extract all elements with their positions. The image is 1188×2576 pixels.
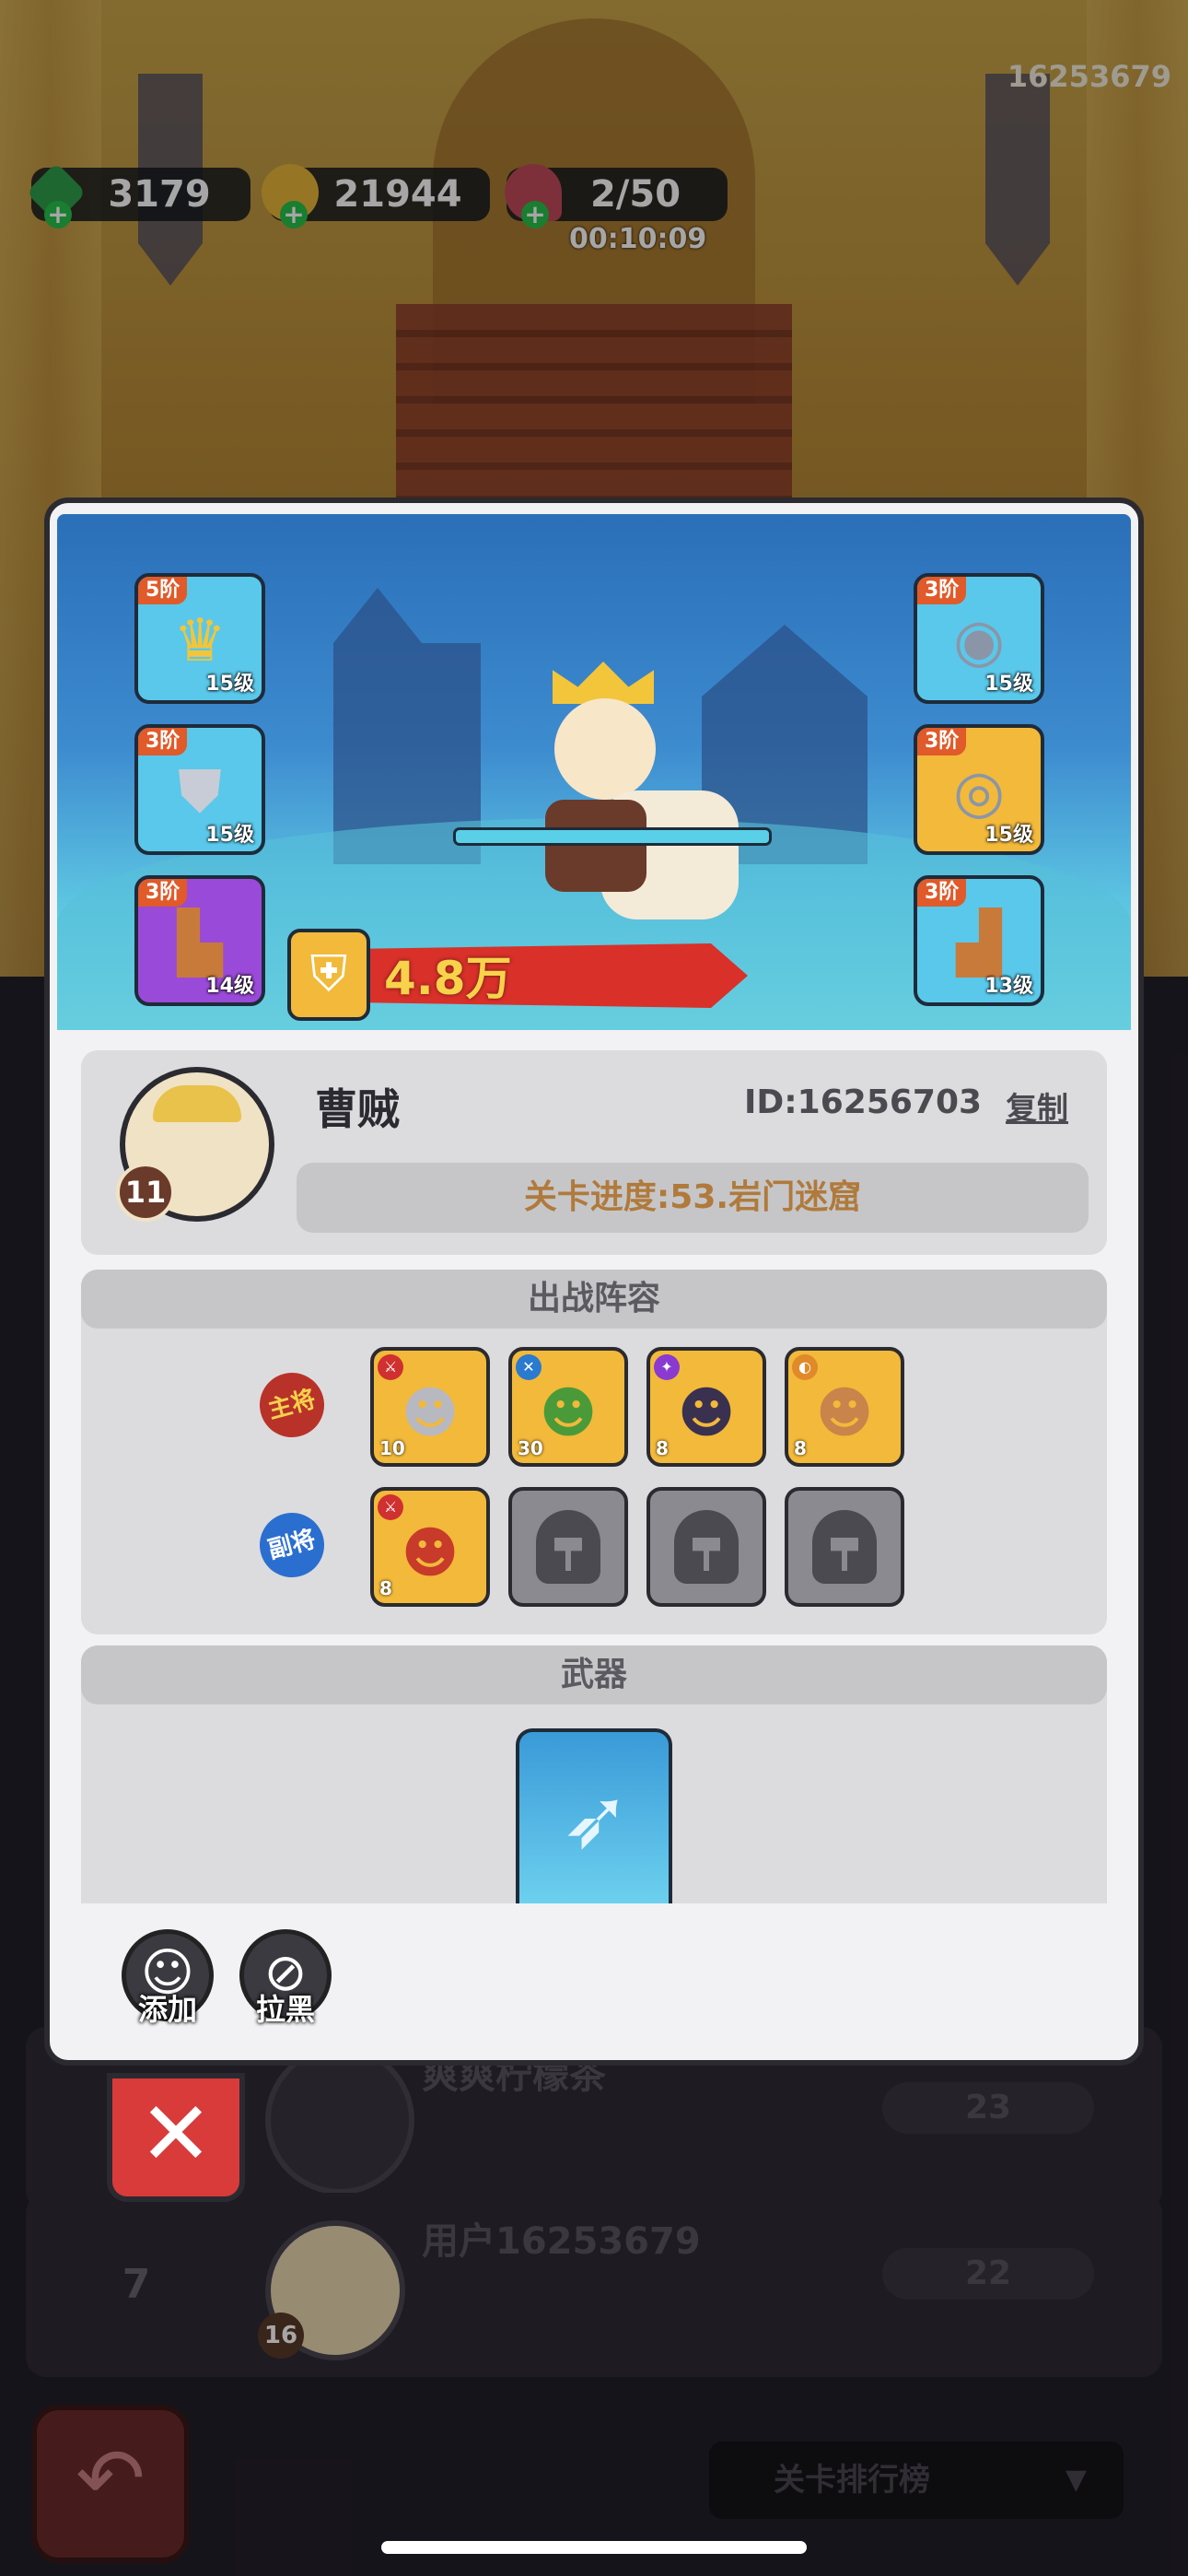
class-icon: ◐ [792, 1354, 818, 1380]
hero-level: 30 [518, 1437, 543, 1459]
bow-icon: ➶ [561, 1771, 631, 1868]
empty-hero-slot[interactable] [508, 1487, 628, 1607]
add-friend-label: 添加 [137, 1992, 197, 2027]
equipment-slot-pants[interactable]: 3阶 ▙ 14级 [134, 875, 265, 1006]
block-label: 拉黑 [255, 1992, 315, 2027]
hero-level: 8 [379, 1577, 392, 1599]
helmet-icon [674, 1510, 739, 1584]
equipment-level: 15级 [984, 824, 1033, 847]
equipment-level: 15级 [205, 824, 254, 847]
class-icon: ✦ [654, 1354, 680, 1380]
hero-level: 8 [794, 1437, 807, 1459]
hat-icon [153, 1085, 241, 1122]
girl-hero-portrait: ☻ [815, 1381, 874, 1446]
hero-card[interactable]: ⚔ ☻ 10 [370, 1347, 490, 1467]
helmet-icon [536, 1510, 600, 1584]
equipment-slot-ring-1[interactable]: 3阶 ◉ 15级 [914, 573, 1044, 704]
hooded-hero-portrait: ☻ [401, 1521, 460, 1587]
armor-icon: ⛊ [178, 757, 222, 826]
shield-icon: ⛨ [287, 929, 370, 1021]
stage-progress: 关卡进度:53.岩门迷窟 [297, 1163, 1089, 1233]
ring-icon: ◉ [953, 606, 1005, 675]
player-id: ID:16256703 [744, 1083, 983, 1121]
class-icon: ⚔ [378, 1494, 403, 1520]
tier-badge: 5阶 [138, 577, 188, 604]
weapon-slot[interactable]: ➶ [516, 1728, 672, 1903]
class-icon: ⚔ [378, 1354, 403, 1380]
equipment-level: 15级 [205, 673, 254, 696]
empty-hero-slot[interactable] [646, 1487, 766, 1607]
weapon-title: 武器 [81, 1645, 1107, 1704]
equipment-level: 15级 [984, 673, 1033, 696]
hero-level: 10 [379, 1437, 405, 1459]
helmet-icon [812, 1510, 877, 1584]
cat-hero-portrait: ☻ [677, 1381, 736, 1446]
wolf-hero-portrait: ☻ [401, 1381, 460, 1446]
crown-icon: ♛ [173, 606, 227, 675]
equipment-slot-boots[interactable]: 3阶 ▟ 13级 [914, 875, 1044, 1006]
lineup-title: 出战阵容 [81, 1270, 1107, 1329]
player-name: 曹贼 [315, 1084, 400, 1134]
equipment-level: 13级 [984, 975, 1033, 998]
tier-badge: 3阶 [917, 577, 967, 604]
close-button[interactable]: ✕ [107, 2073, 245, 2202]
hero-head [554, 698, 656, 800]
power-value: 4.8万 [384, 952, 512, 1005]
bow-icon [453, 827, 772, 846]
equipment-slot-helmet[interactable]: 5阶 ♛ 15级 [134, 573, 265, 704]
hero-card[interactable]: ✦ ☻ 8 [646, 1347, 766, 1467]
hero-character [453, 662, 772, 938]
equipment-level: 14级 [205, 975, 254, 998]
pants-icon: ▙ [177, 908, 223, 978]
tier-badge: 3阶 [138, 728, 188, 755]
tier-badge: 3阶 [138, 879, 188, 907]
tier-badge: 3阶 [917, 728, 967, 755]
tier-badge: 3阶 [917, 879, 967, 907]
copy-id-button[interactable]: 复制 [1006, 1083, 1068, 1129]
equipment-slot-ring-2[interactable]: 3阶 ◎ 15级 [914, 724, 1044, 855]
hero-body [545, 800, 646, 892]
hero-showcase: ⛨ 4.8万 5阶 ♛ 15级 3阶 ⛊ 15级 3阶 ▙ 14级 3阶 ◉ 1… [57, 514, 1131, 1030]
hero-card[interactable]: ◐ ☻ 8 [785, 1347, 904, 1467]
ring-icon: ◎ [953, 757, 1005, 826]
hero-level: 8 [656, 1437, 669, 1459]
hero-card[interactable]: ✕ ☻ 30 [508, 1347, 628, 1467]
home-indicator[interactable] [381, 2541, 807, 2554]
archer-hero-portrait: ☻ [539, 1381, 598, 1446]
class-icon: ✕ [516, 1354, 542, 1380]
hero-card[interactable]: ⚔ ☻ 8 [370, 1487, 490, 1607]
equipment-slot-armor[interactable]: 3阶 ⛊ 15级 [134, 724, 265, 855]
empty-hero-slot[interactable] [785, 1487, 904, 1607]
boots-icon: ▟ [956, 908, 1002, 978]
player-level-badge: 11 [116, 1163, 175, 1222]
